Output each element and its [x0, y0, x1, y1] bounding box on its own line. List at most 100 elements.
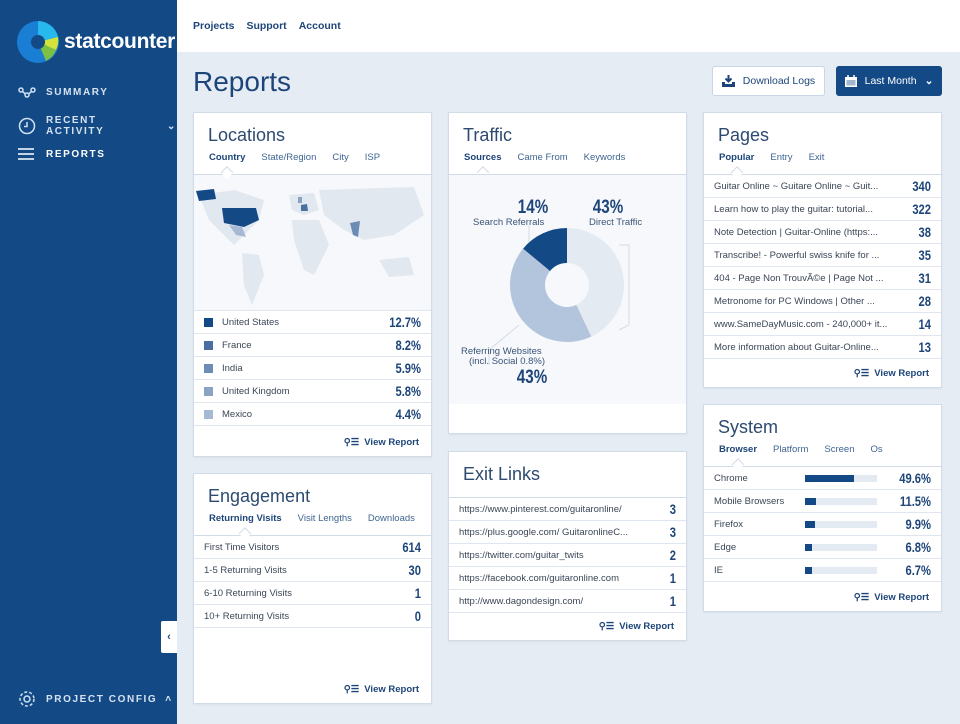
view-report-link[interactable]: ⚲☰ View Report [599, 621, 674, 632]
sidebar-item-recent-activity[interactable]: RECENT ACTIVITY ⌄ [18, 115, 177, 137]
tab-city[interactable]: City [332, 152, 348, 170]
list-item[interactable]: Mobile Browsers 11.5% [704, 490, 941, 513]
item-value: 3 [669, 501, 676, 517]
view-report-icon: ⚲☰ [853, 368, 870, 379]
item-label: Metronome for PC Windows | Other ... [714, 295, 875, 307]
list-item[interactable]: https://plus.google.com/ GuitaronlineC..… [449, 521, 686, 544]
collapse-sidebar-button[interactable]: ‹ [161, 621, 177, 653]
list-item[interactable]: More information about Guitar-Online... 1… [704, 336, 941, 359]
card-title: System [718, 417, 779, 437]
tab-visit-lengths[interactable]: Visit Lengths [298, 513, 352, 531]
list-item[interactable]: 1-5 Returning Visits 30 [194, 559, 431, 582]
list-item[interactable]: IE 6.7% [704, 559, 941, 582]
item-value: 30 [408, 562, 421, 578]
item-value: 1 [669, 570, 676, 586]
tab-screen[interactable]: Screen [824, 444, 854, 462]
traffic-chart: 14% Search Referrals 43% Direct Traffic … [449, 174, 686, 404]
system-tabs: Browser Platform Screen Os [719, 444, 941, 462]
share-bar-fill [805, 497, 817, 505]
item-label: Edge [714, 541, 737, 553]
color-swatch [204, 409, 213, 419]
item-label: www.SameDayMusic.com - 240,000+ it... [714, 318, 888, 330]
card-title: Locations [208, 125, 286, 145]
tab-os[interactable]: Os [871, 444, 883, 462]
share-bar-fill [805, 474, 855, 482]
traffic-tabs: Sources Came From Keywords [464, 152, 686, 170]
logo[interactable]: statcounter [16, 20, 175, 64]
item-value: 6.7% [905, 562, 931, 578]
tab-came-from[interactable]: Came From [518, 152, 568, 170]
exit-links-list: https://www.pinterest.com/guitaronline/3… [449, 497, 686, 613]
tab-state-region[interactable]: State/Region [261, 152, 316, 170]
list-item[interactable]: Edge 6.8% [704, 536, 941, 559]
list-item[interactable]: First Time Visitors 614 [194, 536, 431, 559]
item-value: 12.7% [389, 314, 421, 330]
download-icon [721, 75, 735, 87]
list-item[interactable]: www.SameDayMusic.com - 240,000+ it... 14 [704, 313, 941, 336]
share-bar-fill [805, 520, 815, 528]
list-item[interactable]: Firefox 9.9% [704, 513, 941, 536]
item-label: Note Detection | Guitar-Online (https:..… [714, 226, 879, 238]
tab-popular[interactable]: Popular [719, 152, 754, 170]
sidebar-item-label: REPORTS [46, 148, 106, 160]
list-item[interactable]: Chrome 49.6% [704, 467, 941, 490]
view-report-link[interactable]: ⚲☰ View Report [344, 437, 419, 448]
sidebar-project-config[interactable]: PROJECT CONFIG ˄ [18, 690, 173, 708]
tab-entry[interactable]: Entry [770, 152, 792, 170]
view-report-link[interactable]: ⚲☰ View Report [854, 592, 929, 603]
tab-isp[interactable]: ISP [365, 152, 380, 170]
list-item[interactable]: 6-10 Returning Visits 1 [194, 582, 431, 605]
item-label: 10+ Returning Visits [204, 610, 290, 622]
card-title: Traffic [463, 125, 513, 145]
card-title: Engagement [208, 486, 311, 506]
tab-keywords[interactable]: Keywords [584, 152, 626, 170]
list-item[interactable]: Transcribe! - Powerful swiss knife for .… [704, 244, 941, 267]
link-label: View Report [364, 437, 419, 448]
list-item[interactable]: 10+ Returning Visits 0 [194, 605, 431, 628]
tab-platform[interactable]: Platform [773, 444, 808, 462]
share-bar [805, 497, 877, 505]
item-label: 404 - Page Non TrouvÃ©e | Page Not ... [714, 272, 884, 284]
list-item[interactable]: 404 - Page Non TrouvÃ©e | Page Not ... 31 [704, 267, 941, 290]
item-value: 49.6% [899, 470, 931, 486]
chevron-down-icon: ⌄ [167, 120, 177, 132]
view-report-icon: ⚲☰ [853, 592, 870, 603]
list-item[interactable]: United Kingdom 5.8% [194, 380, 431, 403]
tab-exit[interactable]: Exit [809, 152, 825, 170]
list-item[interactable]: United States 12.7% [194, 311, 431, 334]
list-item[interactable]: https://www.pinterest.com/guitaronline/3 [449, 498, 686, 521]
item-value: 28 [918, 293, 931, 309]
tab-downloads[interactable]: Downloads [368, 513, 415, 531]
tab-country[interactable]: Country [209, 152, 245, 170]
summary-icon [18, 87, 36, 98]
sidebar-item-summary[interactable]: SUMMARY [18, 86, 109, 98]
list-item[interactable]: India 5.9% [194, 357, 431, 380]
list-item[interactable]: https://facebook.com/guitaronline.com 1 [449, 567, 686, 590]
list-item[interactable]: Metronome for PC Windows | Other ... 28 [704, 290, 941, 313]
nav-support[interactable]: Support [246, 20, 286, 32]
item-label: Mexico [222, 408, 253, 420]
list-item[interactable]: http://www.dagondesign.com/1 [449, 590, 686, 613]
list-item[interactable]: Note Detection | Guitar-Online (https:..… [704, 221, 941, 244]
nav-projects[interactable]: Projects [193, 20, 234, 32]
view-report-link[interactable]: ⚲☰ View Report [344, 684, 419, 695]
engagement-tabs: Returning Visits Visit Lengths Downloads [209, 513, 431, 531]
share-bar-fill [805, 566, 812, 574]
list-item[interactable]: Learn how to play the guitar: tutorial..… [704, 198, 941, 221]
list-item[interactable]: Guitar Online ~ Guitare Online ~ Guit...… [704, 175, 941, 198]
statcounter-logo-icon [17, 21, 59, 63]
chevron-up-icon: ˄ [165, 693, 173, 705]
download-logs-button[interactable]: Download Logs [712, 66, 825, 96]
tab-sources[interactable]: Sources [464, 152, 502, 170]
list-item[interactable]: https://twitter.com/guitar_twits 2 [449, 544, 686, 567]
item-value: 9.9% [905, 516, 931, 532]
gear-icon [19, 691, 35, 707]
list-item[interactable]: Mexico 4.4% [194, 403, 431, 426]
tab-returning-visits[interactable]: Returning Visits [209, 513, 282, 531]
view-report-link[interactable]: ⚲☰ View Report [854, 368, 929, 379]
date-range-dropdown[interactable]: Last Month ⌄ [836, 66, 942, 96]
list-item[interactable]: France 8.2% [194, 334, 431, 357]
tab-browser[interactable]: Browser [719, 444, 757, 462]
nav-account[interactable]: Account [299, 20, 341, 32]
sidebar-item-reports[interactable]: REPORTS [18, 147, 106, 161]
